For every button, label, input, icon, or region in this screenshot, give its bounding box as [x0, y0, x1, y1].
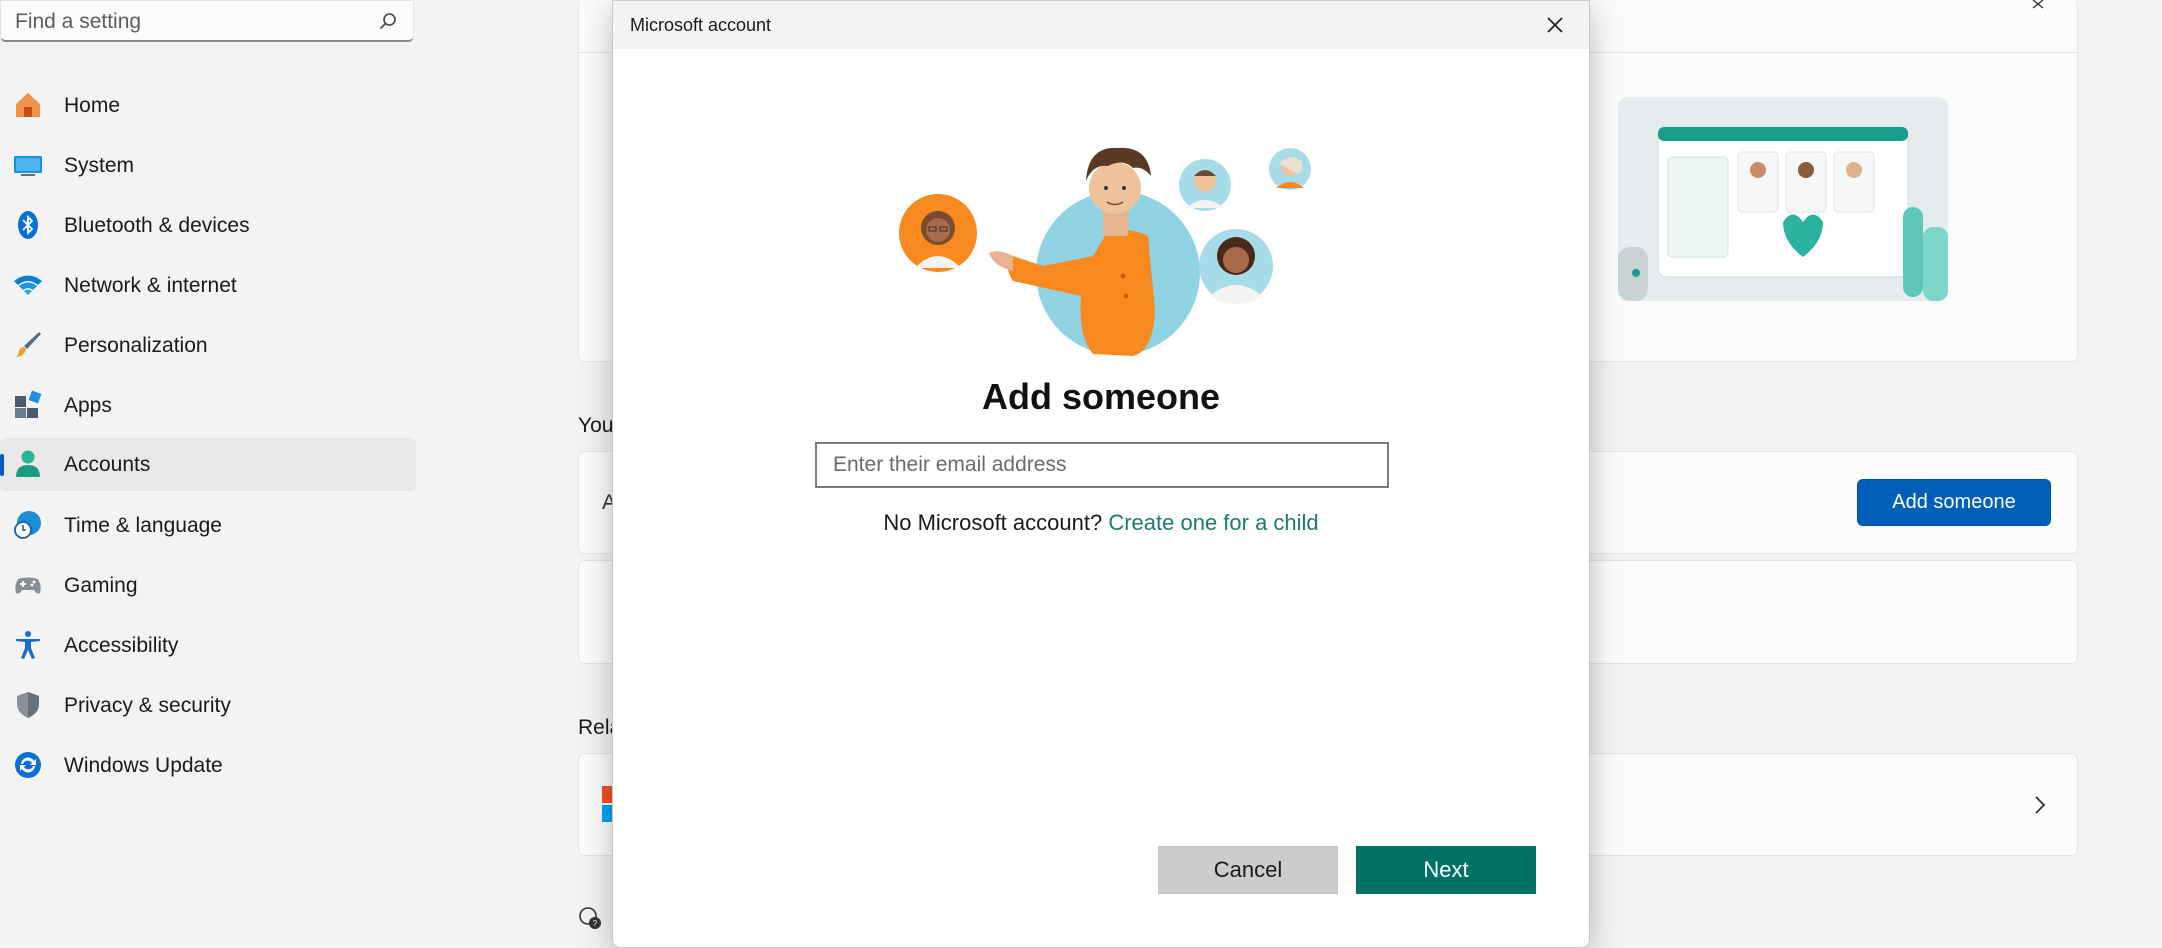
sidebar-item-personalization[interactable]: Personalization	[0, 319, 416, 372]
svg-text:?: ?	[593, 919, 598, 928]
sidebar-item-system[interactable]: System	[0, 139, 416, 192]
sidebar-item-label: Bluetooth & devices	[64, 213, 250, 237]
sidebar-item-label: System	[64, 153, 135, 177]
dialog-heading: Add someone	[981, 376, 1221, 417]
close-icon[interactable]	[1543, 13, 1567, 37]
dialog-title: Microsoft account	[630, 15, 772, 35]
sidebar-item-apps[interactable]: Apps	[0, 379, 416, 432]
apps-icon	[15, 390, 42, 418]
family-app-promo-image	[1618, 97, 1948, 301]
get-help-icon[interactable]: ?	[578, 906, 602, 930]
person-icon	[16, 450, 40, 477]
chevron-right-icon[interactable]	[2032, 794, 2048, 816]
sidebar-item-windows-update[interactable]: Windows Update	[0, 739, 416, 792]
add-someone-illustration	[899, 147, 1311, 356]
search-placeholder: Find a setting	[15, 10, 142, 33]
sidebar-item-privacy-security[interactable]: Privacy & security	[0, 679, 416, 732]
gamepad-icon	[15, 577, 41, 594]
cancel-button[interactable]: Cancel	[1158, 846, 1338, 894]
home-icon	[16, 93, 40, 117]
sidebar-item-accessibility[interactable]: Accessibility	[0, 619, 416, 672]
email-input[interactable]	[815, 442, 1389, 488]
sidebar-item-label: Apps	[64, 393, 112, 417]
next-button[interactable]: Next	[1356, 846, 1536, 894]
sidebar-item-bluetooth[interactable]: Bluetooth & devices	[0, 199, 416, 252]
update-icon	[15, 752, 41, 778]
accessibility-icon	[16, 631, 40, 659]
monitor-icon	[14, 156, 42, 176]
microsoft-logo-icon	[602, 786, 612, 822]
wifi-icon	[14, 275, 42, 295]
sidebar-item-label: Windows Update	[64, 753, 223, 777]
sidebar-item-label: Home	[64, 93, 121, 117]
sidebar-item-label: Personalization	[64, 333, 208, 357]
sidebar-item-network[interactable]: Network & internet	[0, 259, 416, 312]
bluetooth-icon	[18, 211, 38, 239]
close-icon[interactable]	[2030, 0, 2050, 10]
no-account-line: No Microsoft account? Create one for a c…	[613, 510, 1589, 536]
section-heading-your-family: You	[578, 414, 614, 437]
no-account-text: No Microsoft account?	[883, 510, 1103, 535]
sidebar-item-label: Accounts	[64, 452, 151, 476]
sidebar-item-label: Network & internet	[64, 273, 237, 297]
dialog-titlebar: Microsoft account	[613, 1, 1589, 49]
sidebar-item-label: Time & language	[64, 513, 222, 537]
add-someone-button[interactable]: Add someone	[1857, 479, 2051, 526]
brush-icon	[16, 332, 41, 357]
microsoft-account-dialog: Microsoft account Add someone Enter thei…	[612, 0, 1590, 948]
sidebar-item-label: Privacy & security	[64, 693, 231, 717]
sidebar-item-label: Gaming	[64, 573, 138, 597]
create-child-account-link[interactable]: Create one for a child	[1108, 510, 1318, 535]
clock-globe-icon	[14, 511, 41, 539]
search-icon[interactable]	[379, 12, 397, 30]
sidebar-item-home[interactable]: Home	[0, 79, 416, 132]
sidebar-item-accounts[interactable]: Accounts	[0, 438, 416, 491]
sidebar-item-time-language[interactable]: Time & language	[0, 499, 416, 552]
sidebar-item-gaming[interactable]: Gaming	[0, 559, 416, 612]
shield-icon	[17, 692, 39, 718]
sidebar-item-label: Accessibility	[64, 633, 179, 657]
search-box[interactable]: Find a setting	[0, 0, 414, 42]
